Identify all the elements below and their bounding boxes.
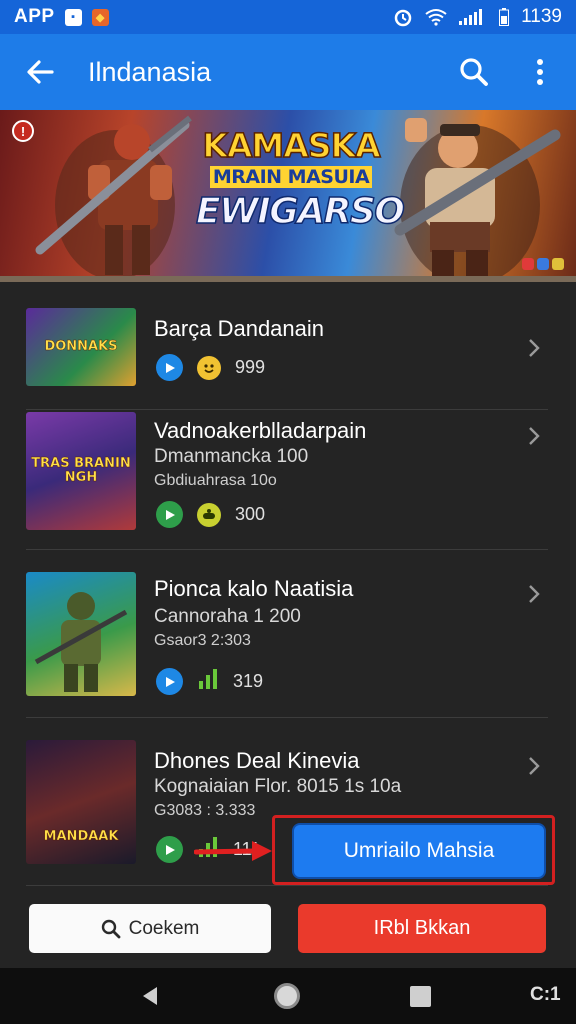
game-detail: Gsaor3 2:303 [154, 632, 251, 649]
signal-icon [459, 9, 483, 25]
game-detail: Gbdiuahrasa 10o [154, 472, 277, 489]
game-score: 999 [235, 357, 266, 377]
game-subtitle: Dmanmancka 100 [154, 446, 309, 467]
game-meta: 999 [156, 354, 265, 381]
search-icon [460, 58, 488, 86]
game-score: 300 [235, 504, 266, 524]
back-button[interactable] [18, 50, 62, 94]
primary-action-label: IRbl Bkkan [373, 917, 471, 939]
nav-back-icon[interactable] [139, 985, 161, 1007]
game-meta: 300 [156, 501, 265, 528]
list-item[interactable]: TRAS BRANIN NGH Vadnoakerblladarpain Dma… [26, 410, 548, 550]
signal-bars-icon [197, 669, 219, 694]
app-bar: Ilndanasia [0, 34, 576, 110]
nav-recents-icon[interactable] [410, 986, 431, 1007]
system-nav-bar: C:1 [0, 968, 576, 1024]
list-item[interactable]: DONNAKS Barça Dandanain 999 [26, 308, 548, 410]
play-badge-icon [156, 501, 183, 528]
game-title: Pionca kalo Naatisia [154, 576, 354, 601]
game-title: Dhones Deal Kinevia [154, 748, 360, 773]
game-title: Barça Dandanain [154, 316, 325, 341]
game-title: Vadnoakerblladarpain [154, 418, 367, 443]
joystick-icon [197, 502, 221, 527]
game-subtitle: Kognaiaian Flor. 8015 1s 10a [154, 776, 402, 797]
banner-title-line2: MRAIN MASUIA [210, 166, 372, 188]
play-badge-icon [156, 668, 183, 695]
warrior-left-illustration [35, 115, 192, 280]
game-thumbnail: DONNAKS [26, 308, 136, 386]
game-subtitle: Cannoraha 1 200 [154, 606, 301, 627]
game-thumbnail: MANDAAK [26, 740, 136, 864]
shop-icon: ◆ [91, 8, 109, 26]
secondary-action-label: Coekem [128, 917, 200, 939]
wifi-icon [425, 9, 447, 26]
nav-home-icon[interactable] [274, 983, 300, 1009]
banner-alert-icon: ! [12, 120, 34, 142]
more-options-button[interactable] [522, 54, 558, 90]
pointer-arrow-icon [194, 841, 272, 861]
game-meta: 319 [156, 668, 263, 695]
chevron-right-icon [524, 752, 544, 780]
banner-divider [0, 276, 576, 282]
search-button[interactable] [456, 54, 492, 90]
chevron-right-icon [524, 580, 544, 608]
play-badge-icon [156, 354, 183, 381]
banner-title-line3: EWIGARSO [195, 190, 405, 233]
banner-title-line1: KAMASKA [202, 126, 382, 165]
game-thumbnail: TRAS BRANIN NGH [26, 412, 136, 530]
page-title: Ilndanasia [88, 56, 212, 87]
download-button[interactable]: Umriailo Mahsia [292, 823, 546, 879]
play-badge-icon [156, 836, 183, 863]
warrior-right-illustration [394, 118, 561, 280]
nav-extra-label: C:1 [530, 984, 561, 1005]
status-bar: APP ▪ ◆ 1139 [0, 0, 576, 34]
back-arrow-icon [27, 60, 54, 84]
alarm-icon [394, 9, 412, 27]
thumbnail-caption: TRAS BRANIN NGH [31, 456, 131, 485]
status-app-label: APP [14, 6, 55, 27]
game-score: 319 [233, 671, 264, 691]
banner-title: KAMASKA MRAIN MASUIA EWIGARSO [195, 126, 405, 234]
search-icon [101, 919, 121, 938]
thumbnail-caption: DONNAKS [44, 339, 118, 354]
dice-icon [522, 258, 564, 270]
emoji-icon [197, 355, 221, 380]
game-thumbnail [26, 572, 136, 696]
battery-icon [499, 8, 510, 26]
chevron-right-icon [524, 422, 544, 450]
list-item[interactable]: Pionca kalo Naatisia Cannoraha 1 200 Gsa… [26, 550, 548, 718]
featured-banner[interactable]: ! KAMASKA MRAIN MASUIA EWIGARSO [0, 110, 576, 280]
more-vert-icon [537, 59, 543, 85]
notification-icon: ▪ [64, 8, 82, 26]
primary-action-button[interactable]: IRbl Bkkan [298, 904, 546, 953]
action-bar: Coekem IRbl Bkkan [0, 888, 576, 968]
thumbnail-caption: MANDAAK [43, 829, 119, 844]
status-time: 1139 [521, 6, 562, 27]
soldier-illustration [34, 592, 128, 692]
game-detail: G3083 : 3.333 [154, 802, 256, 819]
chevron-right-icon [524, 334, 544, 362]
secondary-action-button[interactable]: Coekem [29, 904, 271, 953]
